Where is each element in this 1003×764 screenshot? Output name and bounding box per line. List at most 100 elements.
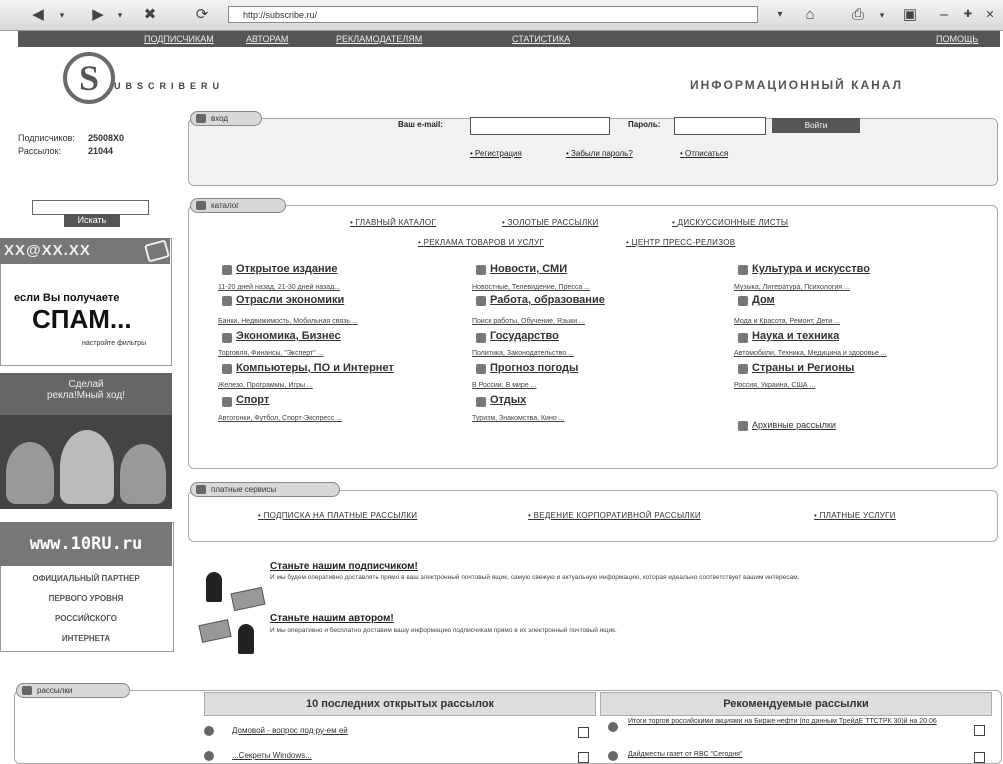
category-work[interactable]: Работа, образование <box>490 294 605 306</box>
category-sport[interactable]: Спорт <box>236 394 269 406</box>
mailing-icon <box>204 726 214 736</box>
mailing-icon <box>608 751 618 761</box>
subcategory-weather[interactable]: В России, В мире ... <box>472 382 536 389</box>
print-icon[interactable]: ⎙ <box>848 5 868 25</box>
subcategory-news[interactable]: Новостные, Телевидение, Пресса ... <box>472 284 590 291</box>
logo-name: UBSCRIBERU <box>114 81 225 91</box>
mailings-label: Рассылок: <box>18 146 61 156</box>
category-regions[interactable]: Страны и Регионы <box>752 362 854 374</box>
register-link[interactable]: • Регистрация <box>470 149 522 158</box>
unsubscribe-link[interactable]: • Отписаться <box>680 149 728 158</box>
stop-icon[interactable]: ✖ <box>140 5 160 25</box>
paid-subscription-link[interactable]: • ПОДПИСКА НА ПЛАТНЫЕ РАССЫЛКИ <box>258 511 417 520</box>
subscriber-promo-title[interactable]: Станьте нашим подписчиком! <box>270 561 418 572</box>
latest-mailing-2-checkbox[interactable] <box>578 752 589 763</box>
archive-link[interactable]: Архивные рассылки <box>752 420 836 430</box>
back-dropdown-icon[interactable]: ▾ <box>52 5 72 25</box>
subcategory-government[interactable]: Политика, Законодательство ... <box>472 350 574 357</box>
subcategory-work[interactable]: Поиск работы, Обучение, Языки ... <box>472 318 585 325</box>
press-center-link[interactable]: • ЦЕНТР ПРЕСС-РЕЛИЗОВ <box>626 238 735 247</box>
subcategory-science[interactable]: Автомобили, Техника, Медицина и здоровье… <box>734 350 887 357</box>
nav-subscribers[interactable]: ПОДПИСЧИКАМ <box>144 31 214 47</box>
industry-icon <box>222 296 232 306</box>
minimize-icon[interactable]: – <box>934 5 954 25</box>
recommended-mailing-2-checkbox[interactable] <box>974 752 985 763</box>
subcategory-sport[interactable]: Автогонки, Футбол, Спорт-Экспресс ... <box>218 415 342 422</box>
email-field[interactable] <box>470 117 610 135</box>
category-computers[interactable]: Компьютеры, ПО и Интернет <box>236 362 394 374</box>
business-icon <box>222 333 232 343</box>
site-tagline: ИНФОРМАЦИОННЫЙ КАНАЛ <box>690 78 904 92</box>
latest-mailing-1-checkbox[interactable] <box>578 727 589 738</box>
back-icon[interactable]: ◀ <box>28 5 48 25</box>
subscriptions-label: Подписчиков: <box>18 133 75 143</box>
ad-line1: Сделай <box>68 379 104 390</box>
category-industry[interactable]: Отрасли экономики <box>236 294 344 306</box>
paid-subscription-label: ПОДПИСКА НА ПЛАТНЫЕ РАССЫЛКИ <box>263 511 418 520</box>
search-input[interactable] <box>32 200 149 215</box>
extension-icon[interactable]: ▣ <box>900 5 920 25</box>
subcategory-culture[interactable]: Музыка, Литература, Психология ... <box>734 284 850 291</box>
category-home[interactable]: Дом <box>752 294 775 306</box>
email-label: Ваш e-mail: <box>398 120 443 129</box>
latest-mailing-2[interactable]: ...Секреты Windows... <box>232 751 312 760</box>
print-dropdown-icon[interactable]: ▾ <box>872 5 892 25</box>
category-science[interactable]: Наука и техника <box>752 330 839 342</box>
catalog-main-link[interactable]: • ГЛАВНЫЙ КАТАЛОГ <box>350 218 436 227</box>
mailings-tab-label: рассылки <box>37 686 73 695</box>
subcategory-home[interactable]: Мода и Красота, Ремонт, Дети ... <box>734 318 840 325</box>
gold-mailings-link[interactable]: • ЗОЛОТЫЕ РАССЫЛКИ <box>502 218 599 227</box>
close-icon[interactable]: ✕ <box>980 5 1000 25</box>
logo-icon[interactable]: S <box>63 52 115 104</box>
partner-url: www.10RU.ru <box>0 522 172 566</box>
author-promo-title[interactable]: Станьте нашим автором! <box>270 613 394 624</box>
recommended-mailing-2[interactable]: Дайджесты газет от RBC "Сегодня" <box>628 751 742 758</box>
forward-dropdown-icon[interactable]: ▾ <box>110 5 130 25</box>
nav-authors[interactable]: АВТОРАМ <box>246 31 288 47</box>
ad-figure-left <box>6 442 54 504</box>
spam-banner-link[interactable]: настройте фильтры <box>82 340 146 347</box>
category-weather[interactable]: Прогноз погоды <box>490 362 578 374</box>
recommended-mailing-1-checkbox[interactable] <box>974 725 985 736</box>
category-government[interactable]: Государство <box>490 330 559 342</box>
forward-icon[interactable]: ▶ <box>88 5 108 25</box>
subscriber-promo-text: И мы будем оперативно доставлять прямо в… <box>270 574 800 581</box>
home-category-icon <box>738 296 748 306</box>
forgot-password-link[interactable]: • Забыли пароль? <box>566 149 633 158</box>
go-dropdown-icon[interactable]: ▾ <box>770 5 790 25</box>
catalog-tab-label: каталог <box>211 201 240 210</box>
category-leisure[interactable]: Отдых <box>490 394 526 406</box>
ads-goods-link[interactable]: • РЕКЛАМА ТОВАРОВ И УСЛУГ <box>418 238 544 247</box>
paid-services-link[interactable]: • ПЛАТНЫЕ УСЛУГИ <box>814 511 896 520</box>
password-field[interactable] <box>674 117 766 135</box>
recommended-mailing-1[interactable]: Итоги торгов российскими акциями на Бирж… <box>628 718 958 726</box>
category-culture[interactable]: Культура и искусство <box>752 263 870 275</box>
category-news[interactable]: Новости, СМИ <box>490 263 567 275</box>
home-icon[interactable]: ⌂ <box>800 5 820 25</box>
subcategory-business[interactable]: Торговля, Финансы, "Эксперт" ... <box>218 350 323 357</box>
address-bar[interactable]: http://subscribe.ru/ <box>228 6 758 23</box>
nav-advertisers[interactable]: РЕКЛАМОДАТЕЛЯМ <box>336 31 422 47</box>
subcategory-open-edition[interactable]: 11-20 дней назад, 21-30 дней назад... <box>218 284 340 291</box>
subcategory-industry[interactable]: Банки, Недвижимость, Мобильная связь ... <box>218 318 358 325</box>
paid-services-tab: платные сервисы <box>190 482 340 497</box>
subscriber-person-icon <box>206 572 222 602</box>
subcategory-regions[interactable]: Россия, Украина, США ... <box>734 382 815 389</box>
latest-mailing-1[interactable]: Домовой - вопрос под ру-ем ей <box>232 726 348 735</box>
login-tab-label: вход <box>211 114 229 123</box>
bookmark-icon[interactable]: ✚ <box>958 5 978 25</box>
ad-banner-header: Сделай рекла!Мный ход! <box>0 373 172 415</box>
reload-icon[interactable]: ⟳ <box>192 5 212 25</box>
subcategory-leisure[interactable]: Туризм, Знакомства, Кино ... <box>472 415 565 422</box>
discussion-lists-link[interactable]: • ДИСКУССИОННЫЕ ЛИСТЫ <box>672 218 788 227</box>
search-button[interactable]: Искать <box>64 214 120 227</box>
subcategory-computers[interactable]: Железо, Программы, Игры ... <box>218 382 313 389</box>
nav-help[interactable]: ПОМОЩЬ <box>936 31 978 47</box>
ad-line2: рекла!Мный ход! <box>46 390 126 401</box>
category-business[interactable]: Экономика, Бизнес <box>236 330 341 342</box>
nav-statistics[interactable]: СТАТИСТИКА <box>512 31 570 47</box>
category-open-edition[interactable]: Открытое издание <box>236 263 338 275</box>
unsubscribe-link-label: Отписаться <box>685 149 729 158</box>
corporate-mailing-link[interactable]: • ВЕДЕНИЕ КОРПОРАТИВНОЙ РАССЫЛКИ <box>528 511 701 520</box>
login-button[interactable]: Войти <box>772 118 860 133</box>
